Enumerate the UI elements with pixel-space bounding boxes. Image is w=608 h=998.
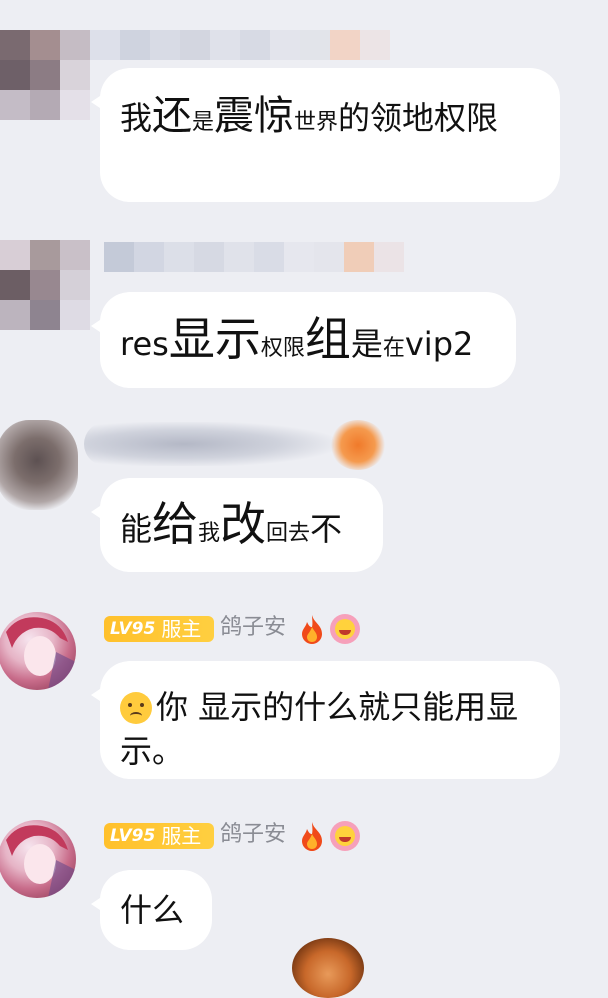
scribbled-username-3 — [84, 422, 334, 466]
message-1-segment: 世界 — [294, 110, 339, 135]
level-badge: LV95 服主 — [104, 616, 214, 642]
pixelated-avatar-1 — [0, 30, 90, 120]
message-bubble-3[interactable]: 能给我改回去不 — [91, 478, 383, 572]
avatar[interactable] — [0, 612, 76, 690]
message-text-3: 能给我改回去不 — [120, 501, 343, 548]
message-2-segment: 是 — [350, 325, 383, 363]
pixelated-avatar-2 — [0, 240, 90, 330]
level-text: LV95 — [110, 826, 156, 846]
message-text-2: res显示权限组是在vip2 — [120, 316, 474, 363]
message-3-segment: 回去 — [266, 521, 311, 546]
message-3-segment: 不 — [310, 510, 343, 548]
sender-name[interactable]: 鸽子安 — [220, 821, 286, 849]
message-bubble-5[interactable]: 什么 — [91, 870, 212, 950]
partial-avatar — [292, 938, 364, 998]
message-text-1: 我还是震惊世界的领地权限 — [120, 94, 499, 138]
message-text-5: 什么 — [120, 891, 185, 929]
title-badge-text: 服主 — [161, 617, 202, 641]
grin-emoji-icon — [330, 614, 360, 644]
message-3-segment: 给 — [152, 497, 199, 551]
fire-icon — [302, 822, 322, 851]
message-3-segment: 改 — [220, 497, 267, 551]
message-3-segment: 我 — [198, 521, 221, 546]
message-2-segment: 权限 — [260, 336, 305, 361]
scribbled-badge-3 — [330, 420, 386, 470]
pixelated-username-2 — [104, 242, 404, 272]
message-1-segment: 震惊 — [214, 93, 295, 139]
fire-icon — [302, 615, 322, 644]
level-text: LV95 — [110, 619, 156, 639]
message-2-segment: vip2 — [404, 325, 474, 363]
anime-portrait-icon — [6, 825, 76, 898]
sad-face-emoji — [120, 692, 152, 724]
message-bubble-2[interactable]: res显示权限组是在vip2 — [91, 292, 516, 388]
message-2-segment: 在 — [382, 336, 405, 361]
message-2-segment: res — [120, 325, 169, 363]
anime-portrait-icon — [6, 617, 76, 690]
message-2-segment: 显示 — [168, 312, 261, 366]
message-3-segment: 能 — [120, 510, 153, 548]
grin-emoji-icon — [330, 821, 360, 851]
message-1-segment: 我 — [120, 99, 153, 137]
sender-name[interactable]: 鸽子安 — [220, 614, 286, 642]
title-badge-text: 服主 — [161, 824, 202, 848]
pixelated-username-1 — [90, 30, 390, 60]
message-1-segment: 的领地权限 — [338, 99, 499, 137]
avatar[interactable] — [0, 820, 76, 898]
message-bubble-1[interactable]: 我还是震惊世界的领地权限 — [91, 68, 560, 202]
level-badge: LV95 服主 — [104, 823, 214, 849]
message-2-segment: 组 — [304, 312, 351, 366]
scribbled-avatar-3 — [0, 420, 78, 510]
message-1-segment: 是 — [192, 110, 215, 135]
message-1-segment: 还 — [152, 93, 193, 139]
message-bubble-4[interactable]: 你 显示的什么就只能用显示。 — [91, 661, 560, 779]
message-text-4: 你 显示的什么就只能用显示。 — [120, 688, 519, 770]
